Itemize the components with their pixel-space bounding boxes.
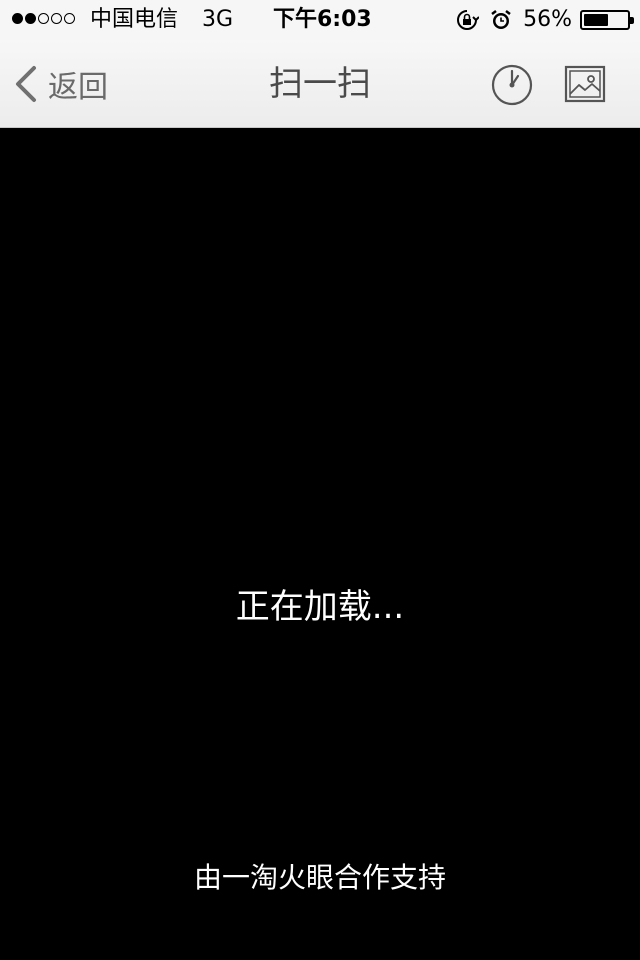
signal-dot [64, 13, 75, 24]
history-clock-icon[interactable] [490, 63, 534, 107]
loading-text: 正在加载... [235, 587, 405, 627]
network-type: 3G [202, 7, 234, 32]
battery-percent: 56% [523, 7, 572, 32]
alarm-icon [491, 10, 511, 29]
battery-fill [584, 14, 608, 26]
signal-dot [51, 13, 62, 24]
page-title: 扫一扫 [269, 64, 371, 104]
status-right-group: 56% [455, 6, 634, 34]
back-label: 返回 [48, 70, 108, 105]
signal-dot [38, 13, 49, 24]
status-time: 下午6:03 [273, 7, 372, 32]
signal-strength-icon [12, 13, 75, 24]
photo-album-icon[interactable] [563, 64, 607, 104]
battery-tip [630, 17, 634, 24]
carrier-name: 中国电信 [90, 7, 179, 32]
chevron-left-icon [16, 66, 36, 102]
navigation-bar: 返回 扫一扫 [0, 40, 640, 128]
rotation-lock-icon [457, 10, 480, 30]
signal-dot [25, 13, 36, 24]
status-bar: 中国电信 3G 下午6:03 56% [0, 0, 640, 40]
battery-icon [580, 10, 634, 30]
powered-by-text: 由一淘火眼合作支持 [193, 861, 446, 894]
back-button[interactable]: 返回 [12, 60, 108, 108]
signal-dot [12, 13, 23, 24]
